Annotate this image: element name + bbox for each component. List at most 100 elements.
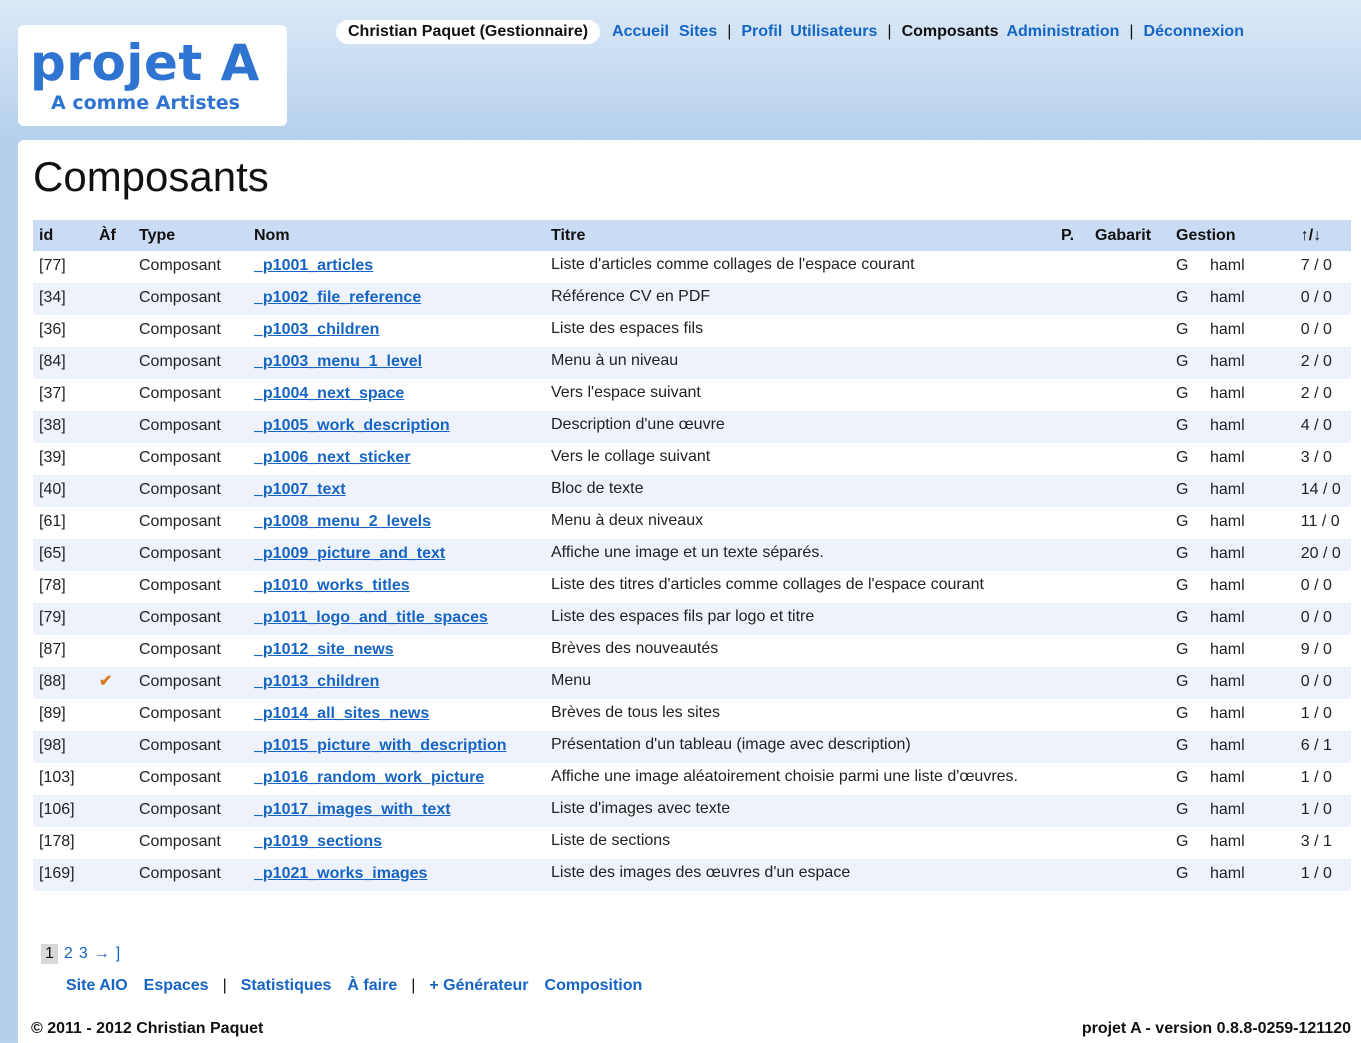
col-header-sort[interactable]: ↑/↓ <box>1294 220 1351 251</box>
component-name-link[interactable]: _p1019_sections <box>254 833 382 850</box>
cell-id: [78] <box>39 577 66 594</box>
nav-sites[interactable]: Sites <box>679 23 717 41</box>
cell-af <box>93 315 133 347</box>
cell-gestion-g: G <box>1170 475 1204 507</box>
cell-af <box>93 603 133 635</box>
footer-version: projet A - version 0.8.8-0259-121120 <box>1081 1020 1351 1037</box>
link-site-aio[interactable]: Site AIO <box>66 977 128 995</box>
component-name-link[interactable]: _p1011_logo_and_title_spaces <box>254 609 488 626</box>
cell-gestion-g: G <box>1170 539 1204 571</box>
component-name-link[interactable]: _p1013_children <box>254 673 379 690</box>
cell-gabarit <box>1089 475 1170 507</box>
link-statistiques[interactable]: Statistiques <box>241 977 332 995</box>
component-name-link[interactable]: _p1015_picture_with_description <box>254 737 507 754</box>
cell-format: haml <box>1204 859 1295 891</box>
cell-type: Composant <box>133 283 248 315</box>
cell-gestion-g: G <box>1170 731 1204 763</box>
component-name-link[interactable]: _p1010_works_titles <box>254 577 410 594</box>
col-header-gestion[interactable]: Gestion <box>1170 220 1295 251</box>
component-name-link[interactable]: _p1007_text <box>254 481 346 498</box>
link-a-faire[interactable]: À faire <box>347 977 397 995</box>
nav-profil[interactable]: Profil <box>741 23 782 41</box>
nav-accueil[interactable]: Accueil <box>612 23 669 41</box>
col-header-af[interactable]: Àf <box>93 220 133 251</box>
cell-titre: Liste d'images avec texte <box>545 795 1055 827</box>
cell-gabarit <box>1089 379 1170 411</box>
cell-type: Composant <box>133 731 248 763</box>
nav-separator: | <box>1129 23 1134 40</box>
cell-af <box>93 443 133 475</box>
component-name-link[interactable]: _p1004_next_space <box>254 385 404 402</box>
logo-subtitle: A comme Artistes <box>51 92 240 114</box>
cell-format: haml <box>1204 347 1295 379</box>
component-name-link[interactable]: _p1016_random_work_picture <box>254 769 484 786</box>
cell-nom: _p1011_logo_and_title_spaces <box>248 603 545 635</box>
table-row: [103] Composant _p1016_random_work_picture… <box>33 763 1351 795</box>
logo[interactable]: projet A A comme Artistes <box>18 25 287 126</box>
cell-af <box>93 347 133 379</box>
cell-gestion-g: G <box>1170 667 1204 699</box>
cell-p <box>1055 251 1089 283</box>
cell-format: haml <box>1210 577 1245 594</box>
cell-ratio: 2 / 0 <box>1300 385 1332 402</box>
cell-ratio: 20 / 0 <box>1294 539 1351 571</box>
cell-id: [79] <box>33 603 93 635</box>
col-header-gabarit[interactable]: Gabarit <box>1089 220 1170 251</box>
cell-type: Composant <box>139 641 221 658</box>
page-link-2[interactable]: 2 <box>64 945 73 963</box>
cell-ratio: 1 / 0 <box>1300 705 1332 722</box>
cell-gabarit <box>1089 795 1170 827</box>
component-name-link[interactable]: _p1008_menu_2_levels <box>254 513 431 530</box>
link-generateur[interactable]: + Générateur <box>429 977 528 995</box>
cell-gabarit <box>1089 507 1170 539</box>
cell-format: haml <box>1210 449 1245 466</box>
component-name-link[interactable]: _p1021_works_images <box>254 865 427 882</box>
col-header-id[interactable]: id <box>33 220 93 251</box>
cell-gestion-g: G <box>1176 321 1189 338</box>
cell-titre: Liste de sections <box>551 832 671 849</box>
col-header-titre[interactable]: Titre <box>545 220 1055 251</box>
nav-administration[interactable]: Administration <box>1006 23 1119 41</box>
cell-id: [39] <box>39 449 66 466</box>
cell-nom: _p1019_sections <box>248 827 545 859</box>
component-name-link[interactable]: _p1014_all_sites_news <box>254 705 429 722</box>
link-espaces[interactable]: Espaces <box>144 977 209 995</box>
component-name-link[interactable]: _p1009_picture_and_text <box>254 545 445 562</box>
col-header-nom[interactable]: Nom <box>248 220 545 251</box>
cell-p <box>1055 283 1089 315</box>
component-name-link[interactable]: _p1003_children <box>254 321 379 338</box>
link-composition[interactable]: Composition <box>545 977 643 995</box>
page-last[interactable]: ] <box>116 945 120 963</box>
nav-utilisateurs[interactable]: Utilisateurs <box>790 23 877 41</box>
component-name-link[interactable]: _p1017_images_with_text <box>254 801 451 818</box>
cell-id: [77] <box>39 257 66 274</box>
component-name-link[interactable]: _p1001_articles <box>254 257 373 274</box>
cell-af <box>93 571 133 603</box>
cell-id: [89] <box>39 705 66 722</box>
component-name-link[interactable]: _p1012_site_news <box>254 641 394 658</box>
cell-titre: Liste des images des œuvres d'un espace <box>545 859 1055 891</box>
nav-deconnexion[interactable]: Déconnexion <box>1144 23 1244 41</box>
col-header-p[interactable]: P. <box>1055 220 1089 251</box>
cell-gestion-g: G <box>1170 347 1204 379</box>
table-row: [178] Composant _p1019_sections Liste de se… <box>33 827 1351 859</box>
page-next-arrow[interactable]: → <box>94 945 110 963</box>
cell-type: Composant <box>139 449 221 466</box>
component-name-link[interactable]: _p1003_menu_1_level <box>254 353 422 370</box>
component-name-link[interactable]: _p1005_work_description <box>254 417 450 434</box>
cell-p <box>1055 411 1089 443</box>
col-header-type[interactable]: Type <box>133 220 248 251</box>
cell-ratio: 4 / 0 <box>1294 411 1351 443</box>
cell-type: Composant <box>139 705 221 722</box>
cell-af <box>93 859 133 891</box>
page-link-3[interactable]: 3 <box>79 945 88 963</box>
cell-format: haml <box>1210 833 1245 850</box>
cell-gestion-g: G <box>1176 833 1189 850</box>
page-current: 1 <box>41 944 58 964</box>
cell-id: [88] <box>33 667 93 699</box>
table-row: [169] Composant _p1021_works_images Liste d… <box>33 859 1351 891</box>
cell-ratio: 6 / 1 <box>1294 731 1351 763</box>
cell-format: haml <box>1204 475 1295 507</box>
component-name-link[interactable]: _p1002_file_reference <box>254 289 421 306</box>
component-name-link[interactable]: _p1006_next_sticker <box>254 449 411 466</box>
